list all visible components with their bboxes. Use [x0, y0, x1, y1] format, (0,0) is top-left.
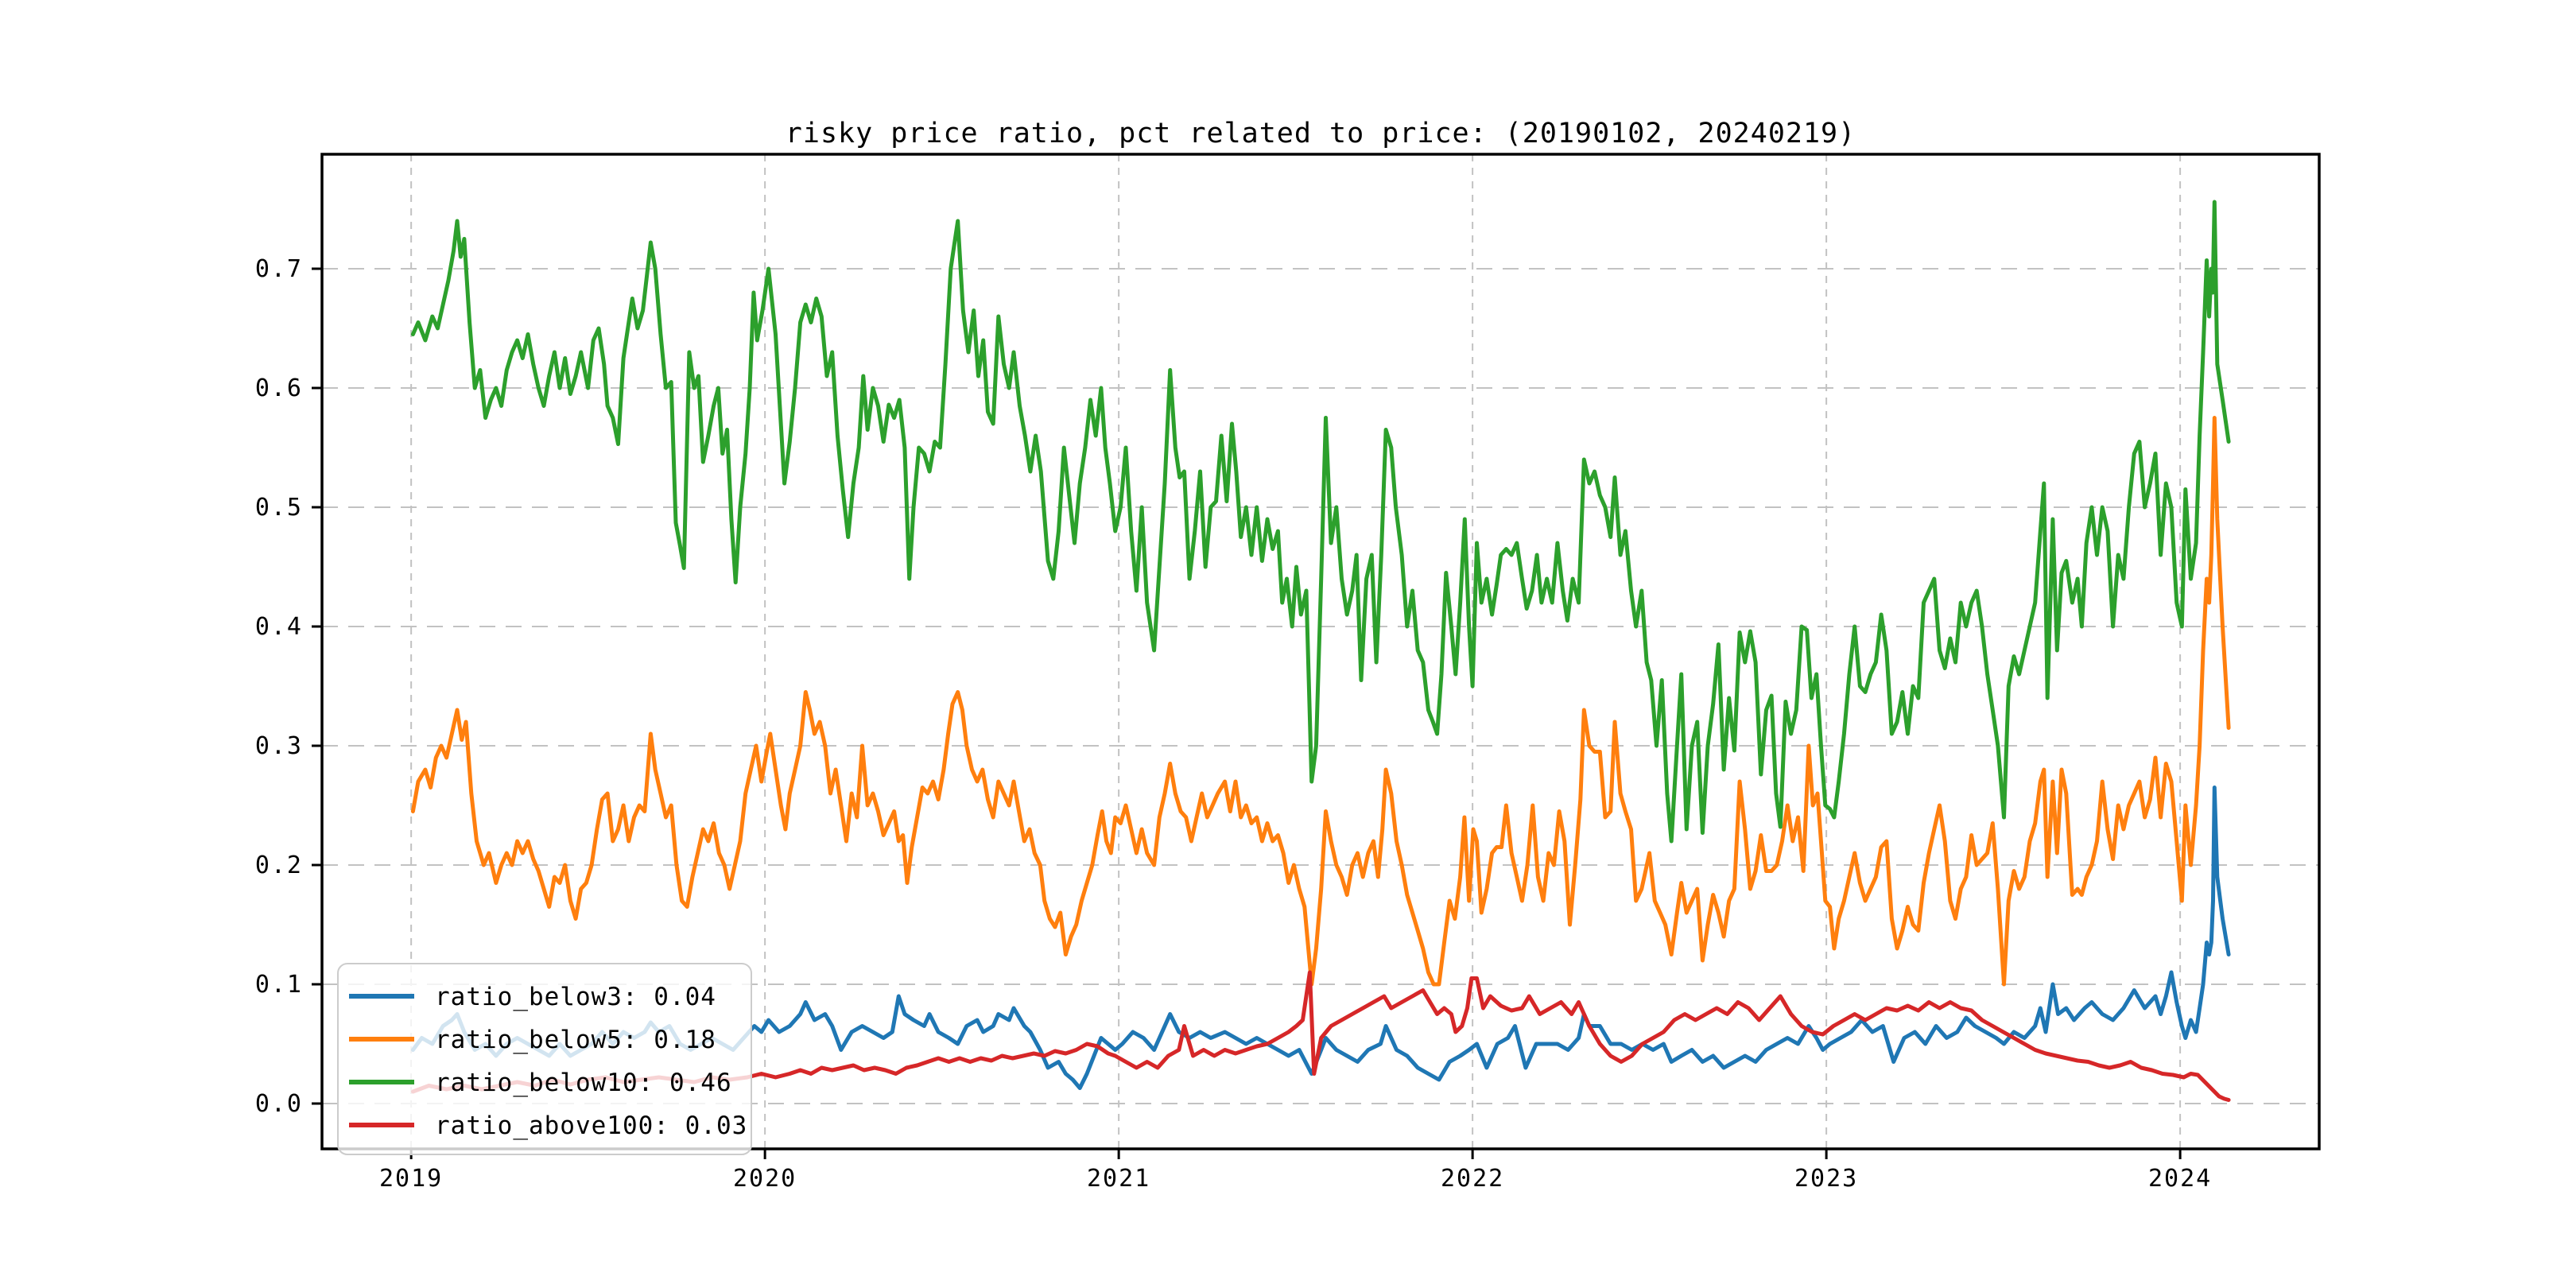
y-tick-label-0.6: 0.6 [255, 374, 303, 402]
legend-label-ratio_below10: ratio_below10: 0.46 [435, 1069, 732, 1097]
chart-canvas: 0.0 0.1 0.2 0.3 0.4 0.5 0.6 0.7 2019 2020 2021 2022… [0, 0, 2576, 1288]
y-tick-label-0.2: 0.2 [255, 852, 303, 879]
x-tick-label-2021: 2021 [1087, 1165, 1150, 1193]
x-tick-label-2024: 2024 [2148, 1165, 2212, 1193]
x-tick-label-2023: 2023 [1794, 1165, 1858, 1193]
y-tick-label-0.1: 0.1 [255, 971, 303, 999]
y-tick-label-0.3: 0.3 [255, 732, 303, 760]
figure: risky price ratio, pct related to price:… [0, 0, 2576, 1288]
x-tick-label-2020: 2020 [733, 1165, 797, 1193]
x-tick-label-2022: 2022 [1441, 1165, 1504, 1193]
y-tick-label-0.4: 0.4 [255, 613, 303, 641]
x-tick-label-2019: 2019 [379, 1165, 443, 1193]
y-tick-label-0.7: 0.7 [255, 255, 303, 283]
legend: ratio_below3: 0.04 ratio_below5: 0.18 rati… [338, 964, 751, 1154]
legend-label-ratio_above100: ratio_above100: 0.03 [435, 1111, 747, 1140]
y-tick-label-0.5: 0.5 [255, 494, 303, 522]
y-tick-label-0.0: 0.0 [255, 1090, 303, 1118]
legend-label-ratio_below5: ratio_below5: 0.18 [435, 1026, 716, 1054]
legend-label-ratio_below3: ratio_below3: 0.04 [435, 983, 716, 1011]
